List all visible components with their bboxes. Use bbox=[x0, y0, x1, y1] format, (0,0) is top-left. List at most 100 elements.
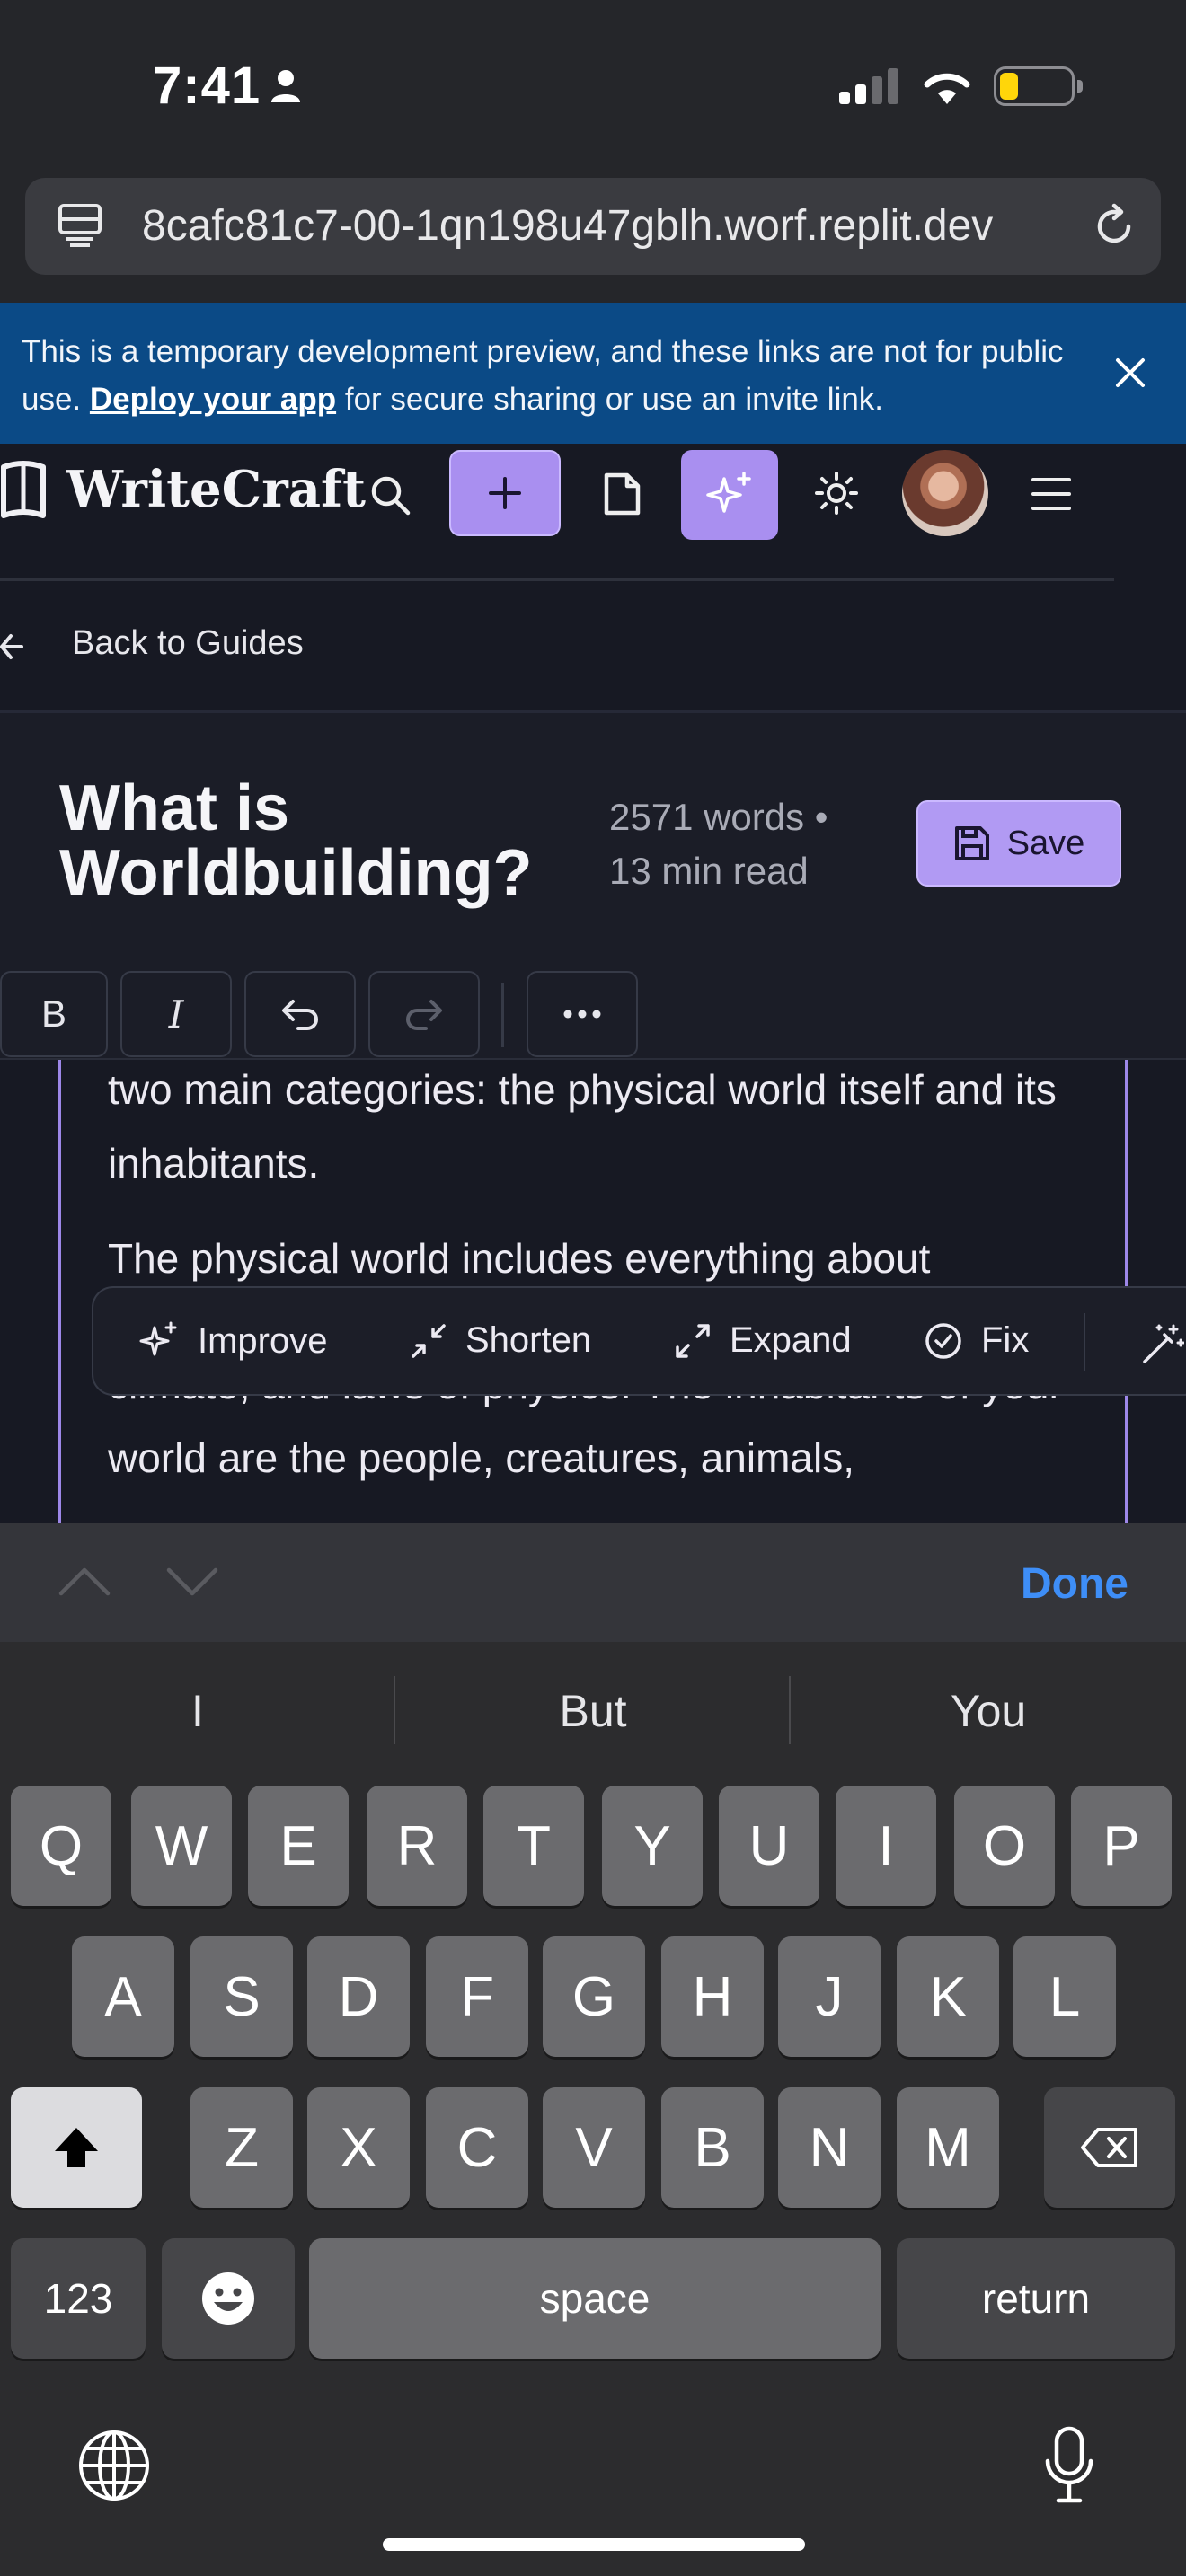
redo-icon bbox=[406, 1000, 442, 1030]
wifi-icon bbox=[924, 73, 970, 104]
chevron-up-icon[interactable] bbox=[58, 1565, 111, 1597]
fix-button[interactable]: Fix bbox=[924, 1320, 1029, 1361]
key-n[interactable]: N bbox=[778, 2087, 881, 2208]
home-indicator[interactable] bbox=[383, 2538, 805, 2551]
emoji-icon bbox=[202, 2272, 254, 2325]
key-k[interactable]: K bbox=[897, 1936, 999, 2057]
italic-button[interactable]: I bbox=[120, 971, 232, 1057]
undo-icon bbox=[282, 1000, 318, 1030]
hamburger-menu-icon[interactable] bbox=[1031, 476, 1071, 512]
arrow-left-icon[interactable] bbox=[0, 629, 25, 665]
key-b[interactable]: B bbox=[661, 2087, 764, 2208]
numbers-key[interactable]: 123 bbox=[11, 2238, 146, 2359]
key-p[interactable]: P bbox=[1071, 1786, 1172, 1906]
key-t[interactable]: T bbox=[483, 1786, 584, 1906]
done-button[interactable]: Done bbox=[1021, 1559, 1128, 1609]
status-bar: 7:41 bbox=[0, 0, 1186, 171]
plus-icon bbox=[489, 477, 521, 509]
backspace-icon bbox=[1081, 2128, 1137, 2167]
save-button[interactable]: Save bbox=[916, 800, 1121, 887]
new-button[interactable] bbox=[449, 450, 561, 536]
return-key[interactable]: return bbox=[897, 2238, 1175, 2359]
ellipsis-icon bbox=[563, 1010, 601, 1019]
article-meta: 2571 words • 13 min read bbox=[609, 790, 879, 898]
key-a[interactable]: A bbox=[72, 1936, 174, 2057]
key-e[interactable]: E bbox=[248, 1786, 349, 1906]
page-menu-icon[interactable] bbox=[58, 203, 102, 248]
key-q[interactable]: Q bbox=[11, 1786, 111, 1906]
book-logo-icon bbox=[1, 461, 46, 518]
toolbar-separator bbox=[501, 983, 504, 1047]
key-s[interactable]: S bbox=[190, 1936, 293, 2057]
globe-icon[interactable] bbox=[77, 2429, 151, 2502]
key-w[interactable]: W bbox=[131, 1786, 232, 1906]
theme-toggle-icon[interactable] bbox=[814, 471, 859, 516]
sparkles-icon bbox=[139, 1321, 177, 1356]
search-icon[interactable] bbox=[368, 473, 412, 516]
dev-preview-banner: This is a temporary development preview,… bbox=[0, 303, 1186, 444]
banner-text: This is a temporary development preview,… bbox=[22, 334, 1064, 417]
url-text[interactable]: 8cafc81c7-00-1qn198u47gblh.worf.replit.d… bbox=[142, 201, 993, 251]
paragraph[interactable]: two main categories: the physical world … bbox=[61, 1060, 1125, 1200]
expand-button[interactable]: Expand bbox=[674, 1320, 852, 1361]
key-z[interactable]: Z bbox=[190, 2087, 293, 2208]
paragraph[interactable]: The physical world includes everything a… bbox=[61, 1222, 1125, 1295]
key-y[interactable]: Y bbox=[602, 1786, 703, 1906]
delete-key[interactable] bbox=[1044, 2087, 1175, 2208]
space-key[interactable]: space bbox=[309, 2238, 881, 2359]
improve-button[interactable]: Improve bbox=[138, 1320, 328, 1362]
suggestion-1[interactable]: I bbox=[0, 1685, 395, 1737]
document-icon[interactable] bbox=[602, 472, 642, 516]
suggestion-2[interactable]: But bbox=[395, 1685, 791, 1737]
suggestion-3[interactable]: You bbox=[791, 1685, 1186, 1737]
brand-name[interactable]: WriteCraft bbox=[66, 460, 366, 519]
bold-button[interactable]: B bbox=[0, 971, 108, 1057]
emoji-key[interactable] bbox=[162, 2238, 295, 2359]
reload-icon[interactable] bbox=[1091, 203, 1137, 250]
key-r[interactable]: R bbox=[367, 1786, 467, 1906]
redo-button[interactable] bbox=[368, 971, 480, 1057]
avatar[interactable] bbox=[902, 450, 988, 536]
magic-wand-icon[interactable] bbox=[1141, 1322, 1184, 1365]
microphone-icon[interactable] bbox=[1042, 2425, 1096, 2504]
status-time: 7:41 bbox=[153, 56, 302, 116]
read-time: 13 min read bbox=[609, 850, 809, 892]
check-circle-icon bbox=[925, 1322, 961, 1359]
cellular-signal-icon bbox=[839, 68, 898, 104]
floppy-disk-icon bbox=[954, 826, 989, 860]
more-options-button[interactable] bbox=[527, 971, 638, 1057]
key-i[interactable]: I bbox=[836, 1786, 936, 1906]
key-c[interactable]: C bbox=[426, 2087, 528, 2208]
shift-arrow-icon bbox=[55, 2128, 98, 2167]
close-icon[interactable] bbox=[1114, 357, 1146, 389]
shift-key[interactable] bbox=[11, 2087, 142, 2208]
key-m[interactable]: M bbox=[897, 2087, 999, 2208]
ai-actions-bar: Improve Shorten Expand Fix bbox=[92, 1286, 1186, 1396]
key-j[interactable]: J bbox=[778, 1936, 881, 2057]
ai-assistant-button[interactable] bbox=[681, 450, 778, 540]
key-d[interactable]: D bbox=[307, 1936, 410, 2057]
battery-icon bbox=[994, 66, 1083, 106]
key-h[interactable]: H bbox=[661, 1936, 764, 2057]
key-v[interactable]: V bbox=[543, 2087, 645, 2208]
sparkles-icon bbox=[706, 472, 751, 513]
page-title: What is Worldbuilding? bbox=[59, 772, 533, 909]
chevron-down-icon[interactable] bbox=[165, 1566, 219, 1599]
address-bar[interactable]: 8cafc81c7-00-1qn198u47gblh.worf.replit.d… bbox=[25, 178, 1161, 275]
key-f[interactable]: F bbox=[426, 1936, 528, 2057]
word-count: 2571 words • bbox=[609, 796, 828, 838]
undo-button[interactable] bbox=[244, 971, 356, 1057]
person-icon bbox=[271, 69, 301, 102]
key-l[interactable]: L bbox=[1013, 1936, 1116, 2057]
back-to-guides-link[interactable]: Back to Guides bbox=[72, 624, 304, 663]
ai-bar-separator bbox=[1084, 1313, 1085, 1371]
deploy-link[interactable]: Deploy your app bbox=[90, 382, 336, 417]
key-x[interactable]: X bbox=[307, 2087, 410, 2208]
key-u[interactable]: U bbox=[719, 1786, 819, 1906]
shrink-icon bbox=[412, 1323, 446, 1358]
key-g[interactable]: G bbox=[543, 1936, 645, 2057]
expand-icon bbox=[676, 1323, 710, 1358]
shorten-button[interactable]: Shorten bbox=[410, 1320, 591, 1361]
nav-divider bbox=[0, 578, 1114, 581]
key-o[interactable]: O bbox=[954, 1786, 1055, 1906]
